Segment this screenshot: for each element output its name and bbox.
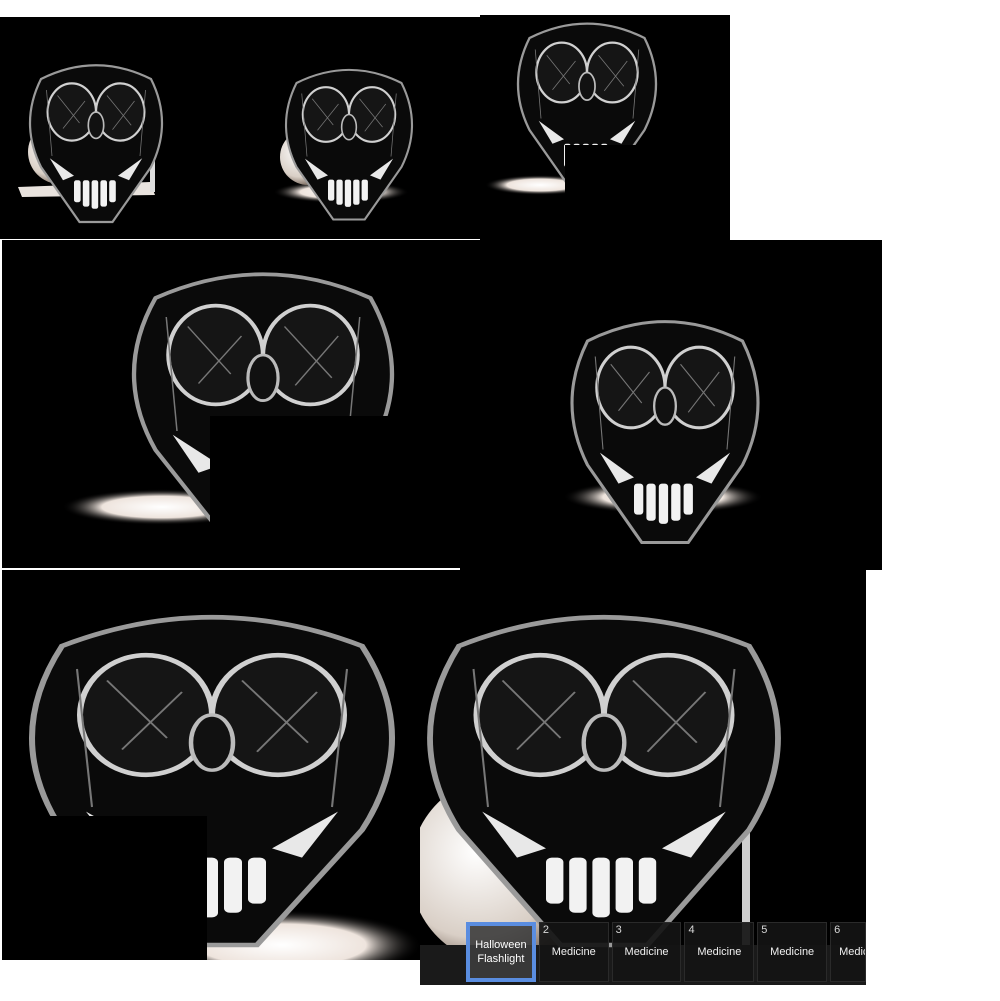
game-frame-3 <box>480 15 730 241</box>
slot-label: Medicine <box>624 946 669 958</box>
hotbar-slot-5[interactable]: 5 Medicine <box>757 922 828 982</box>
game-frame-6 <box>2 570 420 960</box>
game-frame-2 <box>238 17 480 239</box>
hotbar-slot-6[interactable]: 6 Medicine <box>830 922 866 982</box>
slot-number: 6 <box>834 924 841 936</box>
slot-label: Medicine <box>770 946 815 958</box>
slot-label: Halloween Flashlight <box>475 939 527 965</box>
hotbar-slot-2[interactable]: 2 Medicine <box>538 922 609 982</box>
hotbar-slot-3[interactable]: 3 Medicine <box>611 922 682 982</box>
slot-label: Medicine <box>551 946 596 958</box>
slot-number: 2 <box>542 924 549 936</box>
game-frame-1 <box>0 17 240 239</box>
hotbar-slot-4[interactable]: 4 Medicine <box>684 922 755 982</box>
scene-render-1 <box>18 64 164 224</box>
hotbar-slot-1[interactable]: Halloween Flashlight <box>466 922 536 982</box>
scene-render-2 <box>273 68 414 221</box>
game-frame-5 <box>460 240 882 570</box>
scene-render-5 <box>563 320 763 545</box>
slot-number: 4 <box>688 924 695 936</box>
game-frame-4 <box>2 240 460 568</box>
slot-number: 3 <box>615 924 622 936</box>
slot-label: Medicine <box>839 946 865 958</box>
slot-number: 5 <box>761 924 768 936</box>
hotbar: Halloween Flashlight 2 Medicine 3 Medici… <box>466 922 866 984</box>
slot-label: Medicine <box>697 946 742 958</box>
